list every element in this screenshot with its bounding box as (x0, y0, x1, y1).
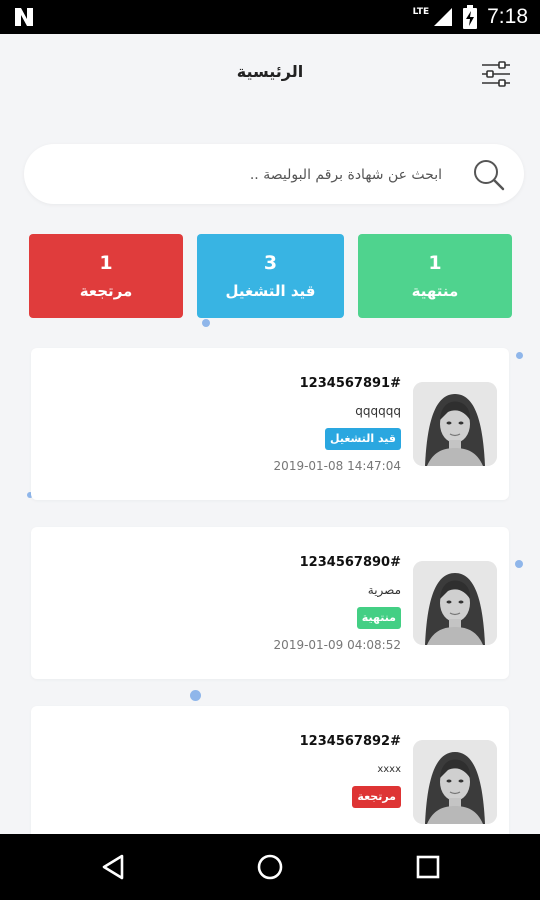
navigation-bar (0, 834, 540, 900)
avatar (413, 740, 497, 824)
card-name: مصرية (367, 583, 401, 597)
back-triangle-icon[interactable] (98, 852, 128, 882)
stat-running-card[interactable]: 3 قيد التشغيل (197, 234, 344, 318)
home-circle-icon[interactable] (255, 852, 285, 882)
recents-square-icon[interactable] (413, 852, 443, 882)
stat-count: 1 (99, 252, 113, 274)
stat-count: 1 (428, 252, 442, 274)
avatar (413, 561, 497, 645)
decorative-dot (202, 319, 210, 327)
policy-number: 1234567891# (299, 376, 401, 391)
policy-number: 1234567890# (299, 555, 401, 570)
stat-finished-card[interactable]: 1 منتهية (358, 234, 512, 318)
certificate-card[interactable]: 1234567892# xxxx مرتجعة (31, 706, 509, 834)
decorative-dot (516, 352, 523, 359)
search-icon[interactable] (472, 158, 506, 192)
status-badge: قيد التشغيل (325, 428, 401, 450)
search-bar (24, 144, 524, 206)
decorative-dot (515, 560, 523, 568)
card-date: 2019-01-08 14:47:04 (273, 459, 401, 473)
filter-sliders-icon[interactable] (480, 58, 512, 90)
stat-label: منتهية (411, 282, 459, 300)
stat-label: مرتجعة (79, 282, 133, 300)
clock: 7:18 (487, 5, 528, 28)
search-input[interactable] (54, 144, 444, 206)
policy-number: 1234567892# (299, 734, 401, 749)
notification-n-icon (15, 8, 33, 26)
avatar (413, 382, 497, 466)
certificate-card[interactable]: 1234567891# qqqqqq قيد التشغيل 2019-01-0… (31, 348, 509, 500)
page-title: الرئيسية (236, 62, 304, 81)
status-badge: مرتجعة (352, 786, 401, 808)
card-date: 2019-01-09 04:08:52 (273, 638, 401, 652)
card-name: qqqqqq (355, 404, 401, 418)
status-bar: LTE 7:18 (0, 0, 540, 34)
decorative-dot (190, 690, 201, 701)
card-name: xxxx (377, 764, 401, 775)
battery-charging-icon (463, 5, 478, 29)
stat-returned-card[interactable]: 1 مرتجعة (29, 234, 183, 318)
stat-label: قيد التشغيل (225, 282, 316, 300)
network-indicator: LTE (412, 7, 430, 17)
app-header: الرئيسية (0, 34, 540, 114)
status-badge: منتهية (356, 607, 401, 629)
certificate-card[interactable]: 1234567890# مصرية منتهية 2019-01-09 04:0… (31, 527, 509, 679)
stat-count: 3 (263, 252, 278, 274)
signal-icon (434, 8, 453, 26)
